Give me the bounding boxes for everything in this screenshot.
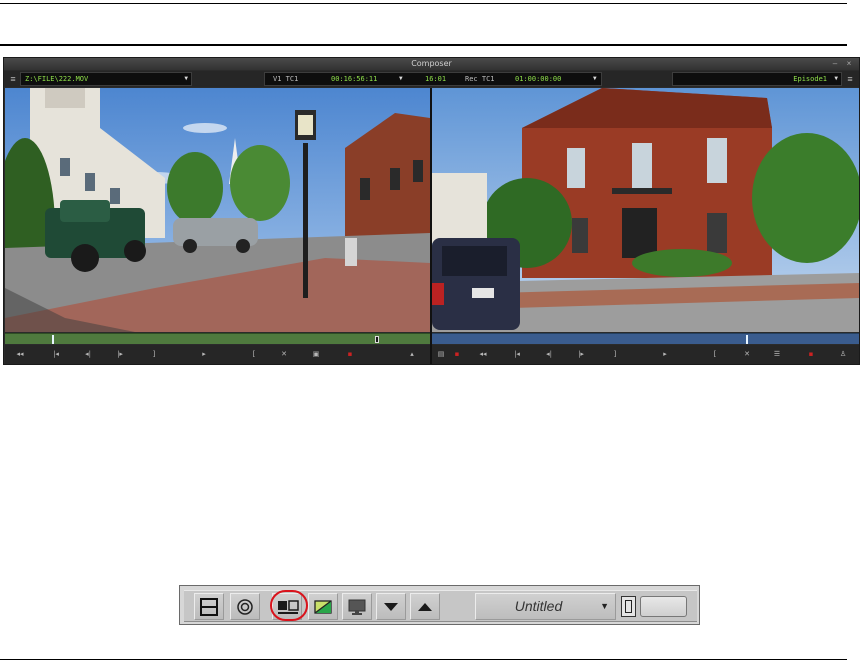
- toolbar-strip: Untitled ▼: [184, 590, 697, 622]
- record-icon[interactable]: ▪: [804, 348, 818, 360]
- record-playhead[interactable]: [746, 335, 748, 344]
- source-timecode-label: V1 TC1: [273, 75, 299, 83]
- play-icon[interactable]: ▸: [658, 348, 672, 360]
- clear-marks-icon[interactable]: ✕: [740, 348, 754, 360]
- blank-field[interactable]: [640, 596, 687, 617]
- source-menu-icon[interactable]: ≡: [8, 74, 18, 84]
- sequence-menu[interactable]: Episode1 ▼: [672, 72, 842, 86]
- step-back-icon[interactable]: |◂: [510, 348, 524, 360]
- record-timecode-label: Rec TC1: [465, 75, 495, 83]
- lift-icon[interactable]: ▪: [450, 348, 464, 360]
- window-title: Composer: [411, 59, 452, 68]
- collapse-down-icon: [384, 603, 398, 611]
- record-monitor[interactable]: [432, 88, 859, 332]
- sequence-name: Episode1: [793, 75, 827, 83]
- monitor-info-bar: ≡ Z:\FILE\222.MOV ▼ V1 TC1 00:16:56:11 ▼…: [4, 71, 859, 87]
- chevron-down-icon: ▼: [600, 601, 609, 611]
- expand-up-button[interactable]: [410, 593, 440, 620]
- step-forward-frame-icon[interactable]: |▸: [113, 348, 127, 360]
- step-back-frame-icon[interactable]: ◂|: [81, 348, 95, 360]
- composer-titlebar: Composer – ×: [4, 58, 859, 70]
- mark-in-icon[interactable]: ]: [608, 348, 622, 360]
- close-icon[interactable]: ×: [845, 60, 853, 68]
- record-icon[interactable]: ▪: [343, 348, 357, 360]
- effect-mode-icon: [237, 599, 253, 615]
- record-position-bar[interactable]: [432, 333, 859, 344]
- source-timecode-menu-icon[interactable]: ▼: [399, 73, 403, 85]
- effect-mode-button[interactable]: [230, 593, 260, 620]
- record-frame-image: [432, 88, 859, 332]
- record-timecode-menu-icon[interactable]: ▼: [593, 73, 597, 85]
- single-monitor-icon: [200, 598, 218, 616]
- step-forward-frame-icon[interactable]: |▸: [574, 348, 588, 360]
- source-position-bar[interactable]: [5, 333, 430, 344]
- top-rule: [0, 3, 847, 4]
- mark-out-icon[interactable]: [: [247, 348, 261, 360]
- duration-value: 16:01: [425, 75, 447, 83]
- chevron-down-icon: ▼: [834, 75, 838, 82]
- bin-title-menu[interactable]: Untitled ▼: [475, 593, 616, 620]
- source-mark-out[interactable]: [375, 336, 379, 343]
- go-to-start-icon[interactable]: ◂◂: [13, 348, 27, 360]
- overwrite-icon[interactable]: ▤: [434, 348, 448, 360]
- source-timecode-value: 00:16:56:11: [331, 75, 378, 83]
- source-transport-controls: ◂◂ |◂ ◂| |▸ ] ▸ [ ✕ ▣ ▪ ▴: [5, 345, 430, 364]
- record-transport-controls: ▤ ▪ ◂◂ |◂ ◂| |▸ ] ▸ [ ✕ ☰ ▪ ♙: [432, 345, 859, 364]
- timecode-display: V1 TC1 00:16:56:11 ▼ 16:01 Rec TC1 01:00…: [264, 72, 602, 86]
- color-correction-button[interactable]: [308, 593, 338, 620]
- play-icon[interactable]: ▸: [197, 348, 211, 360]
- collapse-down-button[interactable]: [376, 593, 406, 620]
- header-rule: [0, 44, 847, 46]
- splice-icon[interactable]: ▴: [405, 348, 419, 360]
- source-monitor[interactable]: [5, 88, 430, 332]
- extract-icon[interactable]: ♙: [836, 348, 850, 360]
- clear-marks-icon[interactable]: ✕: [277, 348, 291, 360]
- full-screen-monitor-icon: [348, 599, 366, 615]
- mark-out-icon[interactable]: [: [708, 348, 722, 360]
- record-menu-icon[interactable]: ≡: [845, 74, 855, 84]
- mark-clip-icon[interactable]: ☰: [770, 348, 784, 360]
- chevron-down-icon: ▼: [184, 75, 188, 82]
- source-playhead[interactable]: [52, 335, 54, 344]
- monitor-slot-icon[interactable]: [621, 596, 636, 617]
- expand-up-icon: [418, 603, 432, 611]
- clip-name: Z:\FILE\222.MOV: [25, 75, 89, 83]
- highlight-circle: [270, 590, 308, 621]
- step-back-icon[interactable]: |◂: [49, 348, 63, 360]
- step-back-frame-icon[interactable]: ◂|: [542, 348, 556, 360]
- color-correction-icon: [314, 600, 332, 614]
- go-to-start-icon[interactable]: ◂◂: [476, 348, 490, 360]
- mark-in-icon[interactable]: ]: [147, 348, 161, 360]
- bin-title: Untitled: [514, 598, 563, 614]
- match-frame-icon[interactable]: ▣: [309, 348, 323, 360]
- single-monitor-button[interactable]: [194, 593, 224, 620]
- bottom-rule: [0, 659, 847, 660]
- minimize-icon[interactable]: –: [831, 60, 839, 68]
- record-timecode-value: 01:00:00:00: [515, 75, 562, 83]
- source-clip-menu[interactable]: Z:\FILE\222.MOV ▼: [20, 72, 192, 86]
- source-frame-image: [5, 88, 430, 332]
- composer-toolbar: Untitled ▼: [179, 585, 700, 625]
- composer-window: Composer – × ≡ Z:\FILE\222.MOV ▼ V1 TC1 …: [3, 57, 860, 365]
- full-screen-monitor-button[interactable]: [342, 593, 372, 620]
